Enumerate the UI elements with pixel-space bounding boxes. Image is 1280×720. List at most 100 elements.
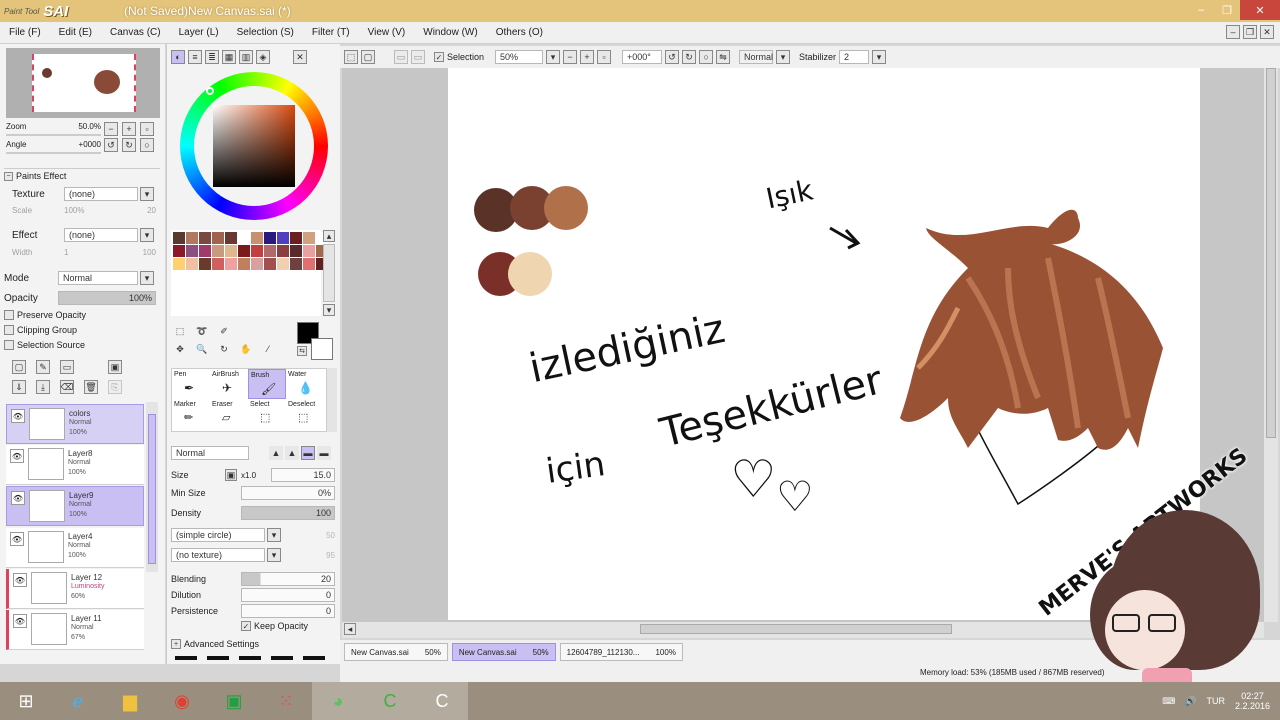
color-swatch[interactable] xyxy=(173,232,185,244)
blend-mode-select[interactable]: Normal xyxy=(58,271,138,285)
eyedropper-icon[interactable]: ⁄ xyxy=(261,342,275,356)
toolbar-rotate-left-icon[interactable]: ↺ xyxy=(665,50,680,64)
color-swatch[interactable] xyxy=(173,258,185,270)
new-layer-icon[interactable]: ▢ xyxy=(12,360,26,374)
color-swatch[interactable] xyxy=(290,258,302,270)
selection-source-row[interactable]: Selection Source xyxy=(4,340,85,350)
clipping-group-checkbox[interactable] xyxy=(4,325,14,335)
layer-item-active[interactable]: 👁 Layer9 Normal 100% xyxy=(6,486,144,526)
min-size-slider[interactable]: 0% xyxy=(241,486,335,500)
color-swatch[interactable] xyxy=(225,258,237,270)
color-swatch[interactable] xyxy=(186,245,198,257)
keep-opacity-checkbox[interactable]: ✓ xyxy=(241,621,251,631)
toolbar-zoom-out-icon[interactable]: − xyxy=(563,50,578,64)
color-swatch[interactable] xyxy=(238,245,250,257)
angle-slider[interactable] xyxy=(6,152,101,154)
texture-select[interactable]: (none) xyxy=(64,187,138,201)
layer-item[interactable]: 👁 colors Normal 100% xyxy=(6,404,144,444)
color-swatch[interactable] xyxy=(303,232,315,244)
paper-effect-header[interactable]: − Paints Effect xyxy=(4,168,160,181)
color-swatch[interactable] xyxy=(238,258,250,270)
eye-icon[interactable]: 👁 xyxy=(10,532,24,546)
tool-brush-active[interactable]: Brush 🖌 xyxy=(248,369,286,399)
color-swatch[interactable] xyxy=(186,258,198,270)
toolbar-zoom-reset-icon[interactable]: ▫ xyxy=(597,50,612,64)
advanced-settings-row[interactable]: + Advanced Settings xyxy=(171,639,259,649)
magic-wand-icon[interactable]: ✐ xyxy=(217,324,231,338)
toolbar-zoom-in-icon[interactable]: + xyxy=(580,50,595,64)
edge-flat-icon[interactable]: ▬ xyxy=(317,446,331,460)
selection-checkbox[interactable]: ✓ xyxy=(434,52,444,62)
layer-item[interactable]: 👁 Layer4 Normal 100% xyxy=(6,528,144,568)
brush-mode-select[interactable]: Normal xyxy=(171,446,249,460)
canvas-vscrollbar[interactable] xyxy=(1264,68,1278,622)
color-wheel-icon[interactable]: ◐ xyxy=(171,50,185,64)
color-swatch[interactable] xyxy=(225,232,237,244)
color-swatch[interactable] xyxy=(251,245,263,257)
effect-select[interactable]: (none) xyxy=(64,228,138,242)
brush-texture-select[interactable]: (no texture) xyxy=(171,548,265,562)
edge-soft-icon[interactable]: ▬ xyxy=(301,446,315,460)
color-swatch[interactable] xyxy=(303,245,315,257)
angle-field[interactable]: +000° xyxy=(622,50,663,64)
hand-icon[interactable]: ✋ xyxy=(239,342,253,356)
taskbar-camtasia[interactable]: C xyxy=(364,682,416,720)
preserve-opacity-row[interactable]: Preserve Opacity xyxy=(4,310,86,320)
size-lock-icon[interactable]: ▣ xyxy=(225,469,237,481)
rotate-tool-icon[interactable]: ↻ xyxy=(217,342,231,356)
close-button[interactable]: ✕ xyxy=(1240,0,1280,20)
doc-tab[interactable]: 12604789_112130... 100% xyxy=(559,643,683,661)
color-swatch[interactable] xyxy=(238,232,250,244)
eye-icon[interactable]: 👁 xyxy=(11,491,25,505)
swatch-scrollbar[interactable] xyxy=(323,244,335,302)
delete-layer-icon[interactable]: 🗑 xyxy=(84,380,98,394)
rotate-reset-icon[interactable]: ○ xyxy=(140,138,154,152)
color-swatch[interactable] xyxy=(303,258,315,270)
color-swatch[interactable] xyxy=(212,232,224,244)
color-swatch[interactable] xyxy=(277,232,289,244)
layer-item[interactable]: 👁 Layer 12 Luminosity 60% xyxy=(6,569,144,609)
merge-down-icon[interactable]: ⤓ xyxy=(36,380,50,394)
zoom-tool-icon[interactable]: 🔍 xyxy=(195,342,209,356)
color-swatch[interactable] xyxy=(199,232,211,244)
edge-hard-icon[interactable]: ▲ xyxy=(269,446,283,460)
color-swatch-icon[interactable]: ▦ xyxy=(222,50,236,64)
hue-picker-icon[interactable] xyxy=(206,87,214,95)
blending-slider[interactable]: 20 xyxy=(241,572,335,586)
volume-icon[interactable]: 🔊 xyxy=(1185,696,1196,707)
color-swatch[interactable] xyxy=(173,245,185,257)
mdi-minimize-icon[interactable]: – xyxy=(1226,25,1240,39)
layer-extra-icon[interactable]: ⎘ xyxy=(108,380,122,394)
select-all-icon[interactable]: ⬚ xyxy=(344,50,358,64)
color-swatch[interactable] xyxy=(199,258,211,270)
mode-dropdown-icon[interactable]: ▾ xyxy=(140,271,154,285)
menu-view[interactable]: View (V) xyxy=(359,27,415,38)
menu-selection[interactable]: Selection (S) xyxy=(228,27,303,38)
layer-item[interactable]: 👁 Layer8 Normal 100% xyxy=(6,445,144,485)
menu-others[interactable]: Others (O) xyxy=(487,27,552,38)
eye-icon[interactable]: 👁 xyxy=(13,573,27,587)
tool-water[interactable]: Water 💧 xyxy=(286,369,324,399)
color-swatch[interactable] xyxy=(251,232,263,244)
swatch-grid[interactable] xyxy=(171,230,328,316)
hsv-slider-icon[interactable]: ≣ xyxy=(205,50,219,64)
layer-item[interactable]: 👁 Layer 11 Normal 67% xyxy=(6,610,144,650)
tool-deselect[interactable]: Deselect ⬚ xyxy=(286,399,324,429)
language-indicator[interactable]: TUR xyxy=(1206,696,1225,706)
color-swatch[interactable] xyxy=(225,245,237,257)
zoom-in-icon[interactable]: + xyxy=(122,122,136,136)
color-swatch[interactable] xyxy=(264,232,276,244)
drawing-canvas[interactable]: Işık izlediğiniz için Teşekkürler ♡ ♡ xyxy=(448,68,1200,620)
density-slider[interactable]: 100 xyxy=(241,506,335,520)
user-swatch-icon[interactable]: ◈ xyxy=(256,50,270,64)
menu-filter[interactable]: Filter (T) xyxy=(303,27,359,38)
keyboard-icon[interactable]: ⌨ xyxy=(1162,696,1175,707)
color-swatch[interactable] xyxy=(251,258,263,270)
color-swatch[interactable] xyxy=(290,245,302,257)
secondary-color[interactable] xyxy=(311,338,333,360)
view-mode-select[interactable]: Normal xyxy=(739,50,773,64)
rotate-right-icon[interactable]: ↻ xyxy=(122,138,136,152)
expand-icon[interactable]: + xyxy=(171,639,181,649)
menu-edit[interactable]: Edit (E) xyxy=(50,27,101,38)
texture-dropdown-icon[interactable]: ▾ xyxy=(140,187,154,201)
